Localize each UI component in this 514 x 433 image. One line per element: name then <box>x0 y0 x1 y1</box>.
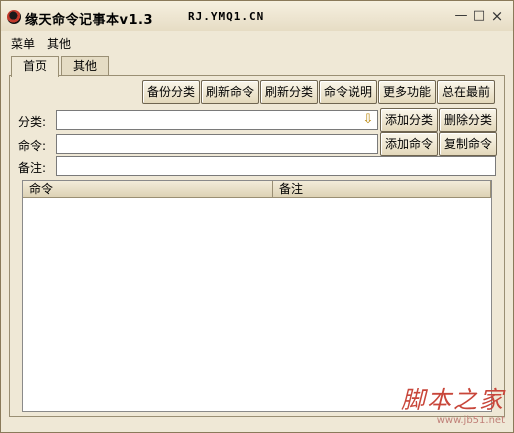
tab-home[interactable]: 首页 <box>11 56 59 77</box>
app-window: 缘天命令记事本v1.3 RJ.YMQ1.CN — □ × 菜单 其他 首页 其他… <box>0 0 514 433</box>
site-label: RJ.YMQ1.CN <box>188 10 265 23</box>
delete-category-button[interactable]: 删除分类 <box>439 108 497 132</box>
menu-bar: 菜单 其他 <box>1 32 513 52</box>
watermark-text: 脚本之家 <box>401 386 505 414</box>
note-label: 备注: <box>18 161 47 175</box>
note-input[interactable] <box>56 156 496 176</box>
column-header-note[interactable]: 备注 <box>273 181 491 197</box>
tab-other[interactable]: 其他 <box>61 56 109 76</box>
maximize-button[interactable]: □ <box>471 9 487 23</box>
column-header-command[interactable]: 命令 <box>23 181 273 197</box>
app-icon <box>7 10 21 24</box>
add-command-button[interactable]: 添加命令 <box>380 132 438 156</box>
category-select[interactable]: ⇩ <box>56 110 378 130</box>
close-button[interactable]: × <box>489 9 505 24</box>
watermark-url: www.jb51.net <box>436 415 505 426</box>
window-title: 缘天命令记事本v1.3 <box>25 13 154 28</box>
category-label: 分类: <box>18 115 47 129</box>
list-header: 命令 备注 <box>23 181 491 198</box>
add-category-button[interactable]: 添加分类 <box>380 108 438 132</box>
more-features-button[interactable]: 更多功能 <box>378 80 436 104</box>
watermark: 脚本之家 www.jb51.net <box>401 380 505 426</box>
refresh-category-button[interactable]: 刷新分类 <box>260 80 318 104</box>
copy-command-button[interactable]: 复制命令 <box>439 132 497 156</box>
chevron-down-icon[interactable]: ⇩ <box>360 112 376 128</box>
refresh-command-button[interactable]: 刷新命令 <box>201 80 259 104</box>
command-help-button[interactable]: 命令说明 <box>319 80 377 104</box>
menu-item-menu[interactable]: 菜单 <box>11 35 35 52</box>
command-list[interactable]: 命令 备注 <box>22 180 492 412</box>
title-bar[interactable]: 缘天命令记事本v1.3 RJ.YMQ1.CN — □ × <box>1 1 513 31</box>
minimize-button[interactable]: — <box>453 9 469 23</box>
backup-category-button[interactable]: 备份分类 <box>142 80 200 104</box>
always-on-top-button[interactable]: 总在最前 <box>437 80 495 104</box>
main-panel: 备份分类 刷新命令 刷新分类 命令说明 更多功能 总在最前 分类: ⇩ 添加分类… <box>9 75 505 417</box>
command-label: 命令: <box>18 139 47 153</box>
menu-item-other[interactable]: 其他 <box>47 35 71 52</box>
command-input[interactable] <box>56 134 378 154</box>
